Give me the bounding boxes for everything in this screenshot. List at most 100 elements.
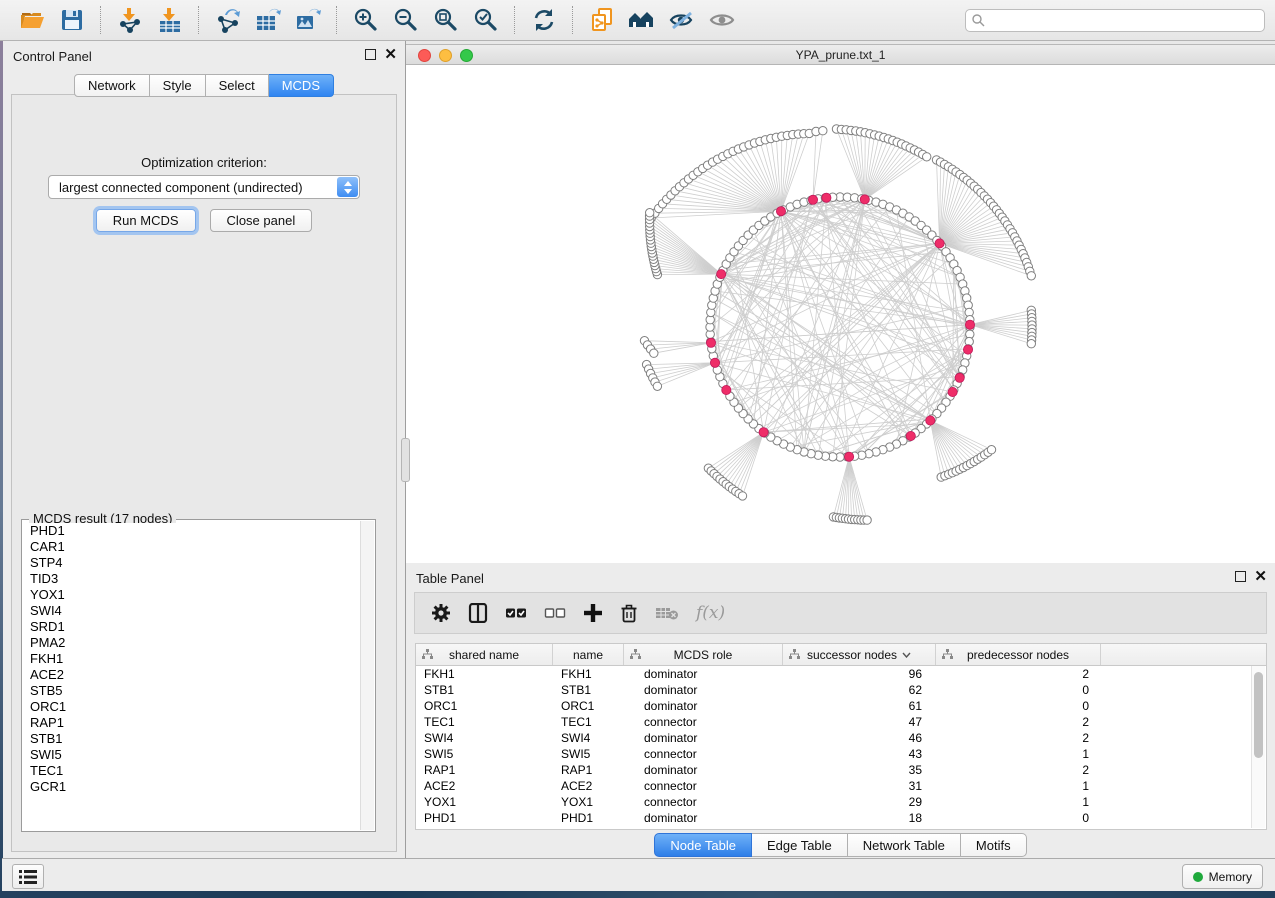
graph-leaf-node[interactable] (819, 127, 827, 135)
mcds-result-item[interactable]: SWI4 (23, 603, 361, 619)
graph-leaf-node[interactable] (1027, 272, 1035, 280)
column-header-predecessor-nodes[interactable]: predecessor nodes (936, 644, 1101, 665)
network-window-titlebar[interactable]: YPA_prune.txt_1 (406, 45, 1275, 65)
table-row[interactable]: RAP1RAP1dominator352 (416, 762, 1266, 778)
mcds-result-item[interactable]: RAP1 (23, 715, 361, 731)
mcds-result-item[interactable]: ORC1 (23, 699, 361, 715)
table-cell[interactable]: 1 (936, 778, 1101, 794)
table-cell[interactable]: SWI5 (553, 746, 624, 762)
zoom-out-icon[interactable] (389, 5, 423, 35)
close-panel-icon[interactable]: ✕ (384, 50, 397, 60)
run-mcds-button[interactable]: Run MCDS (96, 209, 196, 232)
table-cell[interactable]: STB1 (553, 682, 624, 698)
table-row[interactable]: TEC1TEC1connector472 (416, 714, 1266, 730)
table-cell[interactable]: 2 (936, 666, 1101, 682)
duplicate-network-icon[interactable] (585, 5, 619, 35)
table-cell[interactable]: 35 (783, 762, 936, 778)
table-settings-gear-icon[interactable] (431, 603, 451, 623)
table-cell[interactable]: 2 (936, 730, 1101, 746)
delete-column-icon[interactable] (620, 603, 638, 623)
mcds-result-item[interactable]: SRD1 (23, 619, 361, 635)
graph-hub-node[interactable] (955, 373, 964, 382)
table-cell[interactable]: PHD1 (416, 810, 553, 826)
table-cell[interactable]: connector (624, 714, 783, 730)
graph-leaf-node[interactable] (650, 349, 658, 357)
table-cell[interactable]: dominator (624, 730, 783, 746)
tab-network[interactable]: Network (74, 74, 150, 97)
graph-hub-node[interactable] (759, 428, 768, 437)
criterion-select[interactable]: largest connected component (undirected) (48, 175, 360, 199)
table-cell[interactable]: ACE2 (416, 778, 553, 794)
mcds-result-item[interactable]: TID3 (23, 571, 361, 587)
graph-leaf-node[interactable] (738, 492, 746, 500)
graph-leaf-node[interactable] (1027, 340, 1035, 348)
table-cell[interactable]: 31 (783, 778, 936, 794)
table-cell[interactable]: 62 (783, 682, 936, 698)
save-session-icon[interactable] (55, 5, 89, 35)
zoom-selected-icon[interactable] (469, 5, 503, 35)
table-cell[interactable]: 0 (936, 682, 1101, 698)
table-cell[interactable]: TEC1 (416, 714, 553, 730)
column-header-MCDS-role[interactable]: MCDS role (624, 644, 783, 665)
mcds-result-item[interactable]: STB1 (23, 731, 361, 747)
table-cell[interactable]: 0 (936, 810, 1101, 826)
export-image-icon[interactable] (291, 5, 325, 35)
table-cell[interactable]: dominator (624, 810, 783, 826)
column-header-successor-nodes[interactable]: successor nodes (783, 644, 936, 665)
column-header-name[interactable]: name (553, 644, 624, 665)
graph-leaf-node[interactable] (863, 516, 871, 524)
table-cell[interactable]: 18 (783, 810, 936, 826)
table-row[interactable]: ORC1ORC1dominator610 (416, 698, 1266, 714)
table-cell[interactable]: SWI4 (553, 730, 624, 746)
graph-hub-node[interactable] (808, 195, 817, 204)
table-cell[interactable]: 2 (936, 762, 1101, 778)
graph-hub-node[interactable] (706, 338, 715, 347)
graph-leaf-node[interactable] (987, 446, 995, 454)
zoom-in-icon[interactable] (349, 5, 383, 35)
table-cell[interactable]: RAP1 (553, 762, 624, 778)
tab-style[interactable]: Style (150, 74, 206, 97)
open-file-icon[interactable] (15, 5, 49, 35)
mcds-result-item[interactable]: PHD1 (23, 523, 361, 539)
tab-motifs[interactable]: Motifs (961, 833, 1027, 857)
table-cell[interactable]: SWI5 (416, 746, 553, 762)
table-cell[interactable]: 2 (936, 714, 1101, 730)
table-cell[interactable]: 1 (936, 794, 1101, 810)
table-row[interactable]: SWI5SWI5connector431 (416, 746, 1266, 762)
table-row[interactable]: YOX1YOX1connector291 (416, 794, 1266, 810)
window-minimize-icon[interactable] (439, 49, 452, 62)
table-cell[interactable]: FKH1 (553, 666, 624, 682)
refresh-icon[interactable] (527, 5, 561, 35)
graph-hub-node[interactable] (860, 195, 869, 204)
mcds-result-item[interactable]: STP4 (23, 555, 361, 571)
tab-network-table[interactable]: Network Table (848, 833, 961, 857)
mcds-result-item[interactable]: GCR1 (23, 779, 361, 795)
window-maximize-icon[interactable] (460, 49, 473, 62)
node-table[interactable]: shared namenameMCDS rolesuccessor nodesp… (415, 643, 1267, 830)
select-all-icon[interactable] (505, 606, 527, 620)
close-panel-icon[interactable]: ✕ (1254, 572, 1267, 582)
tab-select[interactable]: Select (206, 74, 269, 97)
mcds-result-item[interactable]: ACE2 (23, 667, 361, 683)
search-input[interactable] (965, 9, 1265, 32)
network-graph[interactable] (406, 65, 1275, 565)
table-cell[interactable]: STB1 (416, 682, 553, 698)
mcds-result-item[interactable]: CAR1 (23, 539, 361, 555)
table-cell[interactable]: ORC1 (553, 698, 624, 714)
graph-hub-node[interactable] (935, 239, 944, 248)
table-cell[interactable]: ACE2 (553, 778, 624, 794)
show-all-icon[interactable] (705, 5, 739, 35)
window-close-icon[interactable] (418, 49, 431, 62)
table-cell[interactable]: dominator (624, 682, 783, 698)
table-cell[interactable]: YOX1 (553, 794, 624, 810)
float-panel-icon[interactable] (1235, 571, 1246, 582)
deselect-all-icon[interactable] (544, 606, 566, 620)
graph-leaf-node[interactable] (923, 153, 931, 161)
graph-hub-node[interactable] (906, 431, 915, 440)
show-panels-button[interactable] (12, 864, 44, 889)
table-scrollbar[interactable] (1251, 666, 1265, 828)
table-row[interactable]: SWI4SWI4dominator462 (416, 730, 1266, 746)
table-cell[interactable]: dominator (624, 666, 783, 682)
mcds-result-item[interactable]: FKH1 (23, 651, 361, 667)
table-cell[interactable]: connector (624, 778, 783, 794)
